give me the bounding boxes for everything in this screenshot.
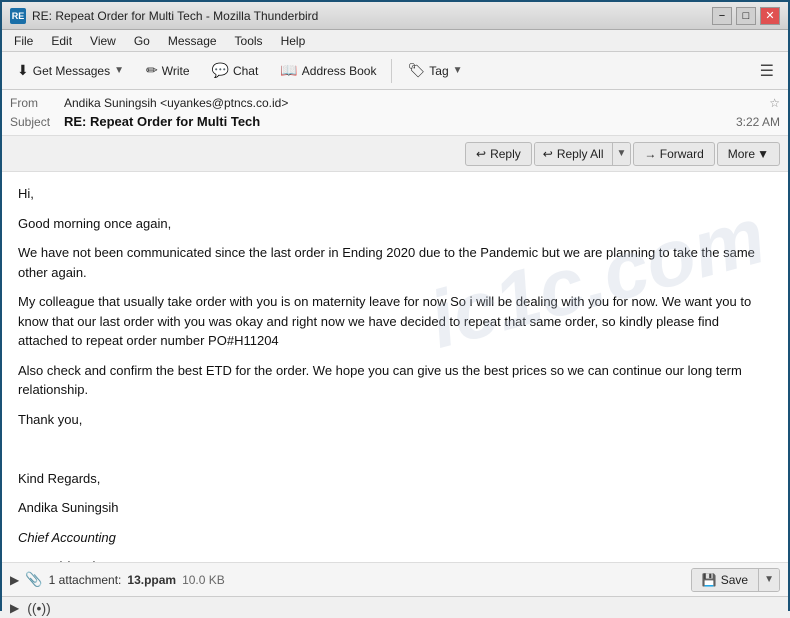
subject-row: Subject RE: Repeat Order for Multi Tech … (10, 112, 780, 131)
forward-label: → Forward (644, 147, 703, 161)
save-button[interactable]: 💾 Save (692, 569, 759, 591)
attachment-filename: 13.ppam (127, 573, 176, 587)
attachment-info: ▶ 📎 1 attachment: 13.ppam 10.0 KB (10, 571, 225, 588)
from-value: Andika Suningsih <uyankes@ptncs.co.id> (64, 96, 761, 110)
body-line-0: Hi, (18, 184, 772, 204)
write-label: Write (162, 64, 190, 78)
menu-bar: File Edit View Go Message Tools Help (2, 30, 788, 52)
menu-help[interactable]: Help (273, 32, 314, 50)
status-expand-icon[interactable]: ▶ (10, 601, 19, 615)
attachment-icon: 📎 (25, 571, 42, 588)
body-line-9: Chief Accounting (18, 528, 772, 548)
tag-button[interactable]: 🏷 Tag ▼ (398, 57, 471, 84)
menu-go[interactable]: Go (126, 32, 158, 50)
reply-all-icon: ↩ (543, 147, 553, 161)
reply-all-label: Reply All (557, 147, 604, 161)
hamburger-button[interactable]: ☰ (752, 57, 782, 85)
menu-file[interactable]: File (6, 32, 41, 50)
body-line-1: Good morning once again, (18, 214, 772, 234)
body-line-4: Also check and confirm the best ETD for … (18, 361, 772, 400)
chat-label: Chat (233, 64, 258, 78)
menu-message[interactable]: Message (160, 32, 225, 50)
address-book-icon: 📖 (280, 62, 297, 79)
maximize-button[interactable]: □ (736, 7, 756, 25)
reply-icon: ↩ (476, 147, 486, 161)
email-body: ic1c.com Hi, Good morning once again, We… (2, 172, 788, 562)
window-title: RE: Repeat Order for Multi Tech - Mozill… (32, 9, 318, 23)
address-book-label: Address Book (302, 64, 377, 78)
get-messages-icon: ⬇ (17, 62, 29, 79)
email-content: Hi, Good morning once again, We have not… (18, 184, 772, 562)
action-bar: ↩ Reply ↩ Reply All ▼ → Forward More ▼ (2, 136, 788, 172)
chat-icon: 💬 (212, 62, 229, 79)
reply-all-split-button: ↩ Reply All ▼ (534, 142, 632, 166)
minimize-button[interactable]: − (712, 7, 732, 25)
body-line-10: PT. MultiTechJl. R.A Kartini No. 77 - Ci… (18, 557, 772, 562)
star-icon[interactable]: ☆ (769, 96, 780, 110)
attachment-size: 10.0 KB (182, 573, 225, 587)
menu-tools[interactable]: Tools (227, 32, 271, 50)
menu-view[interactable]: View (82, 32, 124, 50)
title-bar: RE RE: Repeat Order for Multi Tech - Moz… (2, 2, 788, 30)
toolbar-separator (391, 59, 392, 83)
from-label: From (10, 96, 60, 110)
forward-button[interactable]: → Forward (633, 142, 714, 166)
more-arrow-icon: ▼ (757, 147, 769, 161)
body-line-2: We have not been communicated since the … (18, 243, 772, 282)
reply-all-dropdown[interactable]: ▼ (613, 143, 631, 165)
tag-icon: 🏷 (407, 62, 425, 79)
reply-label: Reply (490, 147, 521, 161)
attachment-count: 1 attachment: (49, 573, 122, 587)
more-label: More (728, 147, 755, 161)
email-header: From Andika Suningsih <uyankes@ptncs.co.… (2, 90, 788, 136)
get-messages-dropdown-icon[interactable]: ▼ (114, 65, 124, 76)
write-icon: ✏ (146, 62, 158, 79)
body-line-7: Kind Regards, (18, 469, 772, 489)
wifi-icon: ((•)) (27, 600, 51, 616)
attachment-expand-arrow[interactable]: ▶ (10, 573, 19, 587)
menu-edit[interactable]: Edit (43, 32, 80, 50)
chat-button[interactable]: 💬 Chat (203, 57, 268, 84)
attachment-bar: ▶ 📎 1 attachment: 13.ppam 10.0 KB 💾 Save… (2, 562, 788, 596)
write-button[interactable]: ✏ Write (137, 57, 199, 84)
email-time: 3:22 AM (736, 115, 780, 129)
subject-value: RE: Repeat Order for Multi Tech (64, 114, 260, 129)
address-book-button[interactable]: 📖 Address Book (271, 57, 385, 84)
get-messages-button[interactable]: ⬇ Get Messages ▼ (8, 57, 133, 84)
body-line-3: My colleague that usually take order wit… (18, 292, 772, 351)
body-line-6 (18, 439, 772, 459)
more-button[interactable]: More ▼ (717, 142, 780, 166)
toolbar: ⬇ Get Messages ▼ ✏ Write 💬 Chat 📖 Addres… (2, 52, 788, 90)
tag-label: Tag (429, 64, 448, 78)
save-dropdown[interactable]: ▼ (759, 569, 779, 591)
reply-all-button[interactable]: ↩ Reply All (535, 143, 613, 165)
subject-label: Subject (10, 115, 60, 129)
reply-button[interactable]: ↩ Reply (465, 142, 532, 166)
close-button[interactable]: ✕ (760, 7, 780, 25)
save-label: Save (721, 573, 748, 587)
get-messages-label: Get Messages (33, 64, 110, 78)
window-controls: − □ ✕ (712, 7, 780, 25)
status-bar: ▶ ((•)) (2, 596, 788, 618)
body-line-5: Thank you, (18, 410, 772, 430)
save-button-group: 💾 Save ▼ (691, 568, 780, 592)
body-line-8: Andika Suningsih (18, 498, 772, 518)
save-icon: 💾 (702, 573, 717, 587)
tag-dropdown-icon[interactable]: ▼ (453, 65, 463, 76)
app-icon: RE (10, 8, 26, 24)
from-row: From Andika Suningsih <uyankes@ptncs.co.… (10, 94, 780, 112)
